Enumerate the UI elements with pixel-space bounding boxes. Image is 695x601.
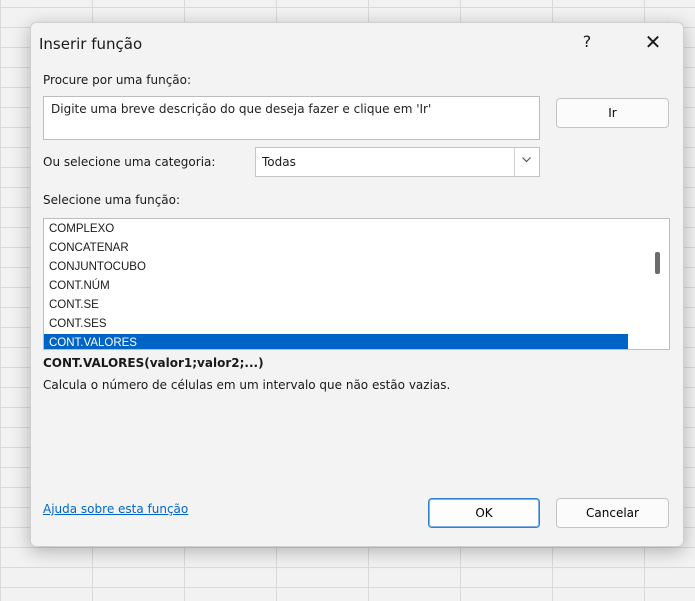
function-list-label: Selecione uma função: — [43, 193, 181, 207]
dialog-title: Inserir função — [39, 35, 143, 53]
function-signature: CONT.VALORES(valor1;valor2;...) — [43, 356, 264, 370]
insert-function-dialog: Inserir função ? ✕ Procure por uma funçã… — [30, 22, 684, 547]
scrollbar-thumb[interactable] — [655, 252, 660, 274]
search-label: Procure por uma função: — [43, 73, 192, 87]
spreadsheet-background: { "dialog": { "title": "Inserir função",… — [0, 0, 695, 601]
chevron-down-icon[interactable] — [521, 154, 532, 168]
function-list[interactable]: COMPLEXO CONCATENAR CONJUNTOCUBO CONT.NÚM CO… — [43, 218, 670, 350]
close-icon[interactable]: ✕ — [635, 27, 671, 57]
category-selected-value: Todas — [262, 155, 296, 169]
function-list-item[interactable]: CONJUNTOCUBO — [44, 258, 628, 276]
function-list-item[interactable]: CONT.SE — [44, 296, 628, 314]
function-list-item[interactable]: CONCATENAR — [44, 239, 628, 257]
function-help-link[interactable]: Ajuda sobre esta função — [43, 502, 188, 516]
function-list-item[interactable]: CONT.SES — [44, 315, 628, 333]
cancel-button[interactable]: Cancelar — [556, 498, 669, 528]
function-list-item[interactable]: CONT.NÚM — [44, 277, 628, 295]
category-label: Ou selecione uma categoria: — [43, 155, 216, 169]
select-divider — [514, 148, 515, 176]
help-icon[interactable]: ? — [569, 27, 605, 57]
function-list-item[interactable]: COMPLEXO — [44, 220, 628, 238]
search-input[interactable]: Digite uma breve descrição do que deseja… — [43, 96, 540, 140]
function-list-item[interactable]: CONT.VALORES — [44, 334, 628, 349]
function-description: Calcula o número de células em um interv… — [43, 378, 451, 392]
ok-button[interactable]: OK — [428, 498, 540, 528]
category-select[interactable]: Todas — [255, 147, 540, 177]
go-button[interactable]: Ir — [556, 98, 669, 128]
